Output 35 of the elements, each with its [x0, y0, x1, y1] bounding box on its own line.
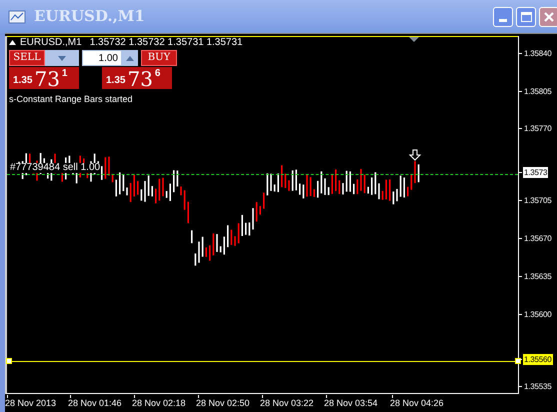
time-label: 28 Nov 02:18: [132, 398, 186, 409]
minimize-button[interactable]: [493, 6, 513, 26]
price-label: 1.35840: [523, 48, 553, 59]
price-label: 1.35805: [523, 86, 553, 97]
price-label: 1.35560: [523, 354, 553, 365]
window-title: EURUSD.,M1: [34, 6, 145, 28]
triangle-marker-icon: [409, 37, 419, 42]
price-label: 1.3573: [523, 167, 548, 178]
sell-button[interactable]: SELL: [9, 50, 45, 66]
maximize-button[interactable]: [516, 6, 536, 26]
time-label: 28 Nov 01:46: [68, 398, 122, 409]
up-caret-icon: [126, 56, 134, 60]
time-label: 28 Nov 03:54: [324, 398, 378, 409]
down-caret-icon: [58, 56, 66, 60]
status-message: s-Constant Range Bars started: [9, 95, 134, 104]
price-label: 1.35635: [523, 271, 553, 282]
ohlc-prices: 1.35732 1.35732 1.35731 1.35731: [90, 36, 243, 49]
down-arrow-icon: [409, 149, 421, 161]
order-label: #77739484 sell 1.00: [10, 163, 100, 173]
chart-symbol: EURUSD.,M1: [20, 36, 82, 49]
price-label: 1.35705: [523, 195, 553, 206]
time-label: 28 Nov 03:22: [260, 398, 314, 409]
chart-window-icon: [8, 8, 26, 24]
time-label: 28 Nov 2013: [5, 398, 56, 409]
price-label: 1.35670: [523, 233, 553, 244]
price-label: 1.35600: [523, 309, 553, 320]
close-button[interactable]: [539, 6, 557, 26]
price-label: 1.35535: [523, 381, 553, 392]
buy-button[interactable]: BUY: [141, 50, 177, 66]
time-label: 28 Nov 04:26: [390, 398, 444, 409]
close-icon: [544, 12, 554, 22]
time-label: 28 Nov 02:50: [196, 398, 250, 409]
collapse-icon[interactable]: [9, 40, 16, 45]
lot-size-field[interactable]: 1.00: [82, 50, 122, 66]
price-label: 1.35770: [523, 123, 553, 134]
